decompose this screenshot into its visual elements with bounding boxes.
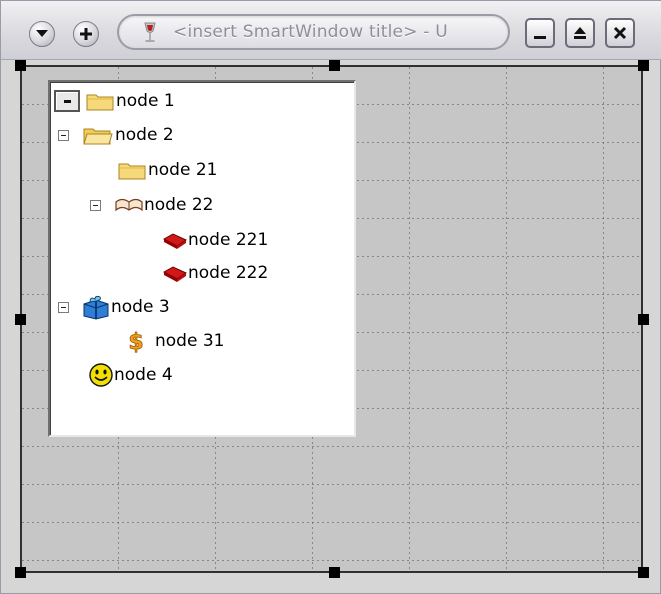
add-button[interactable] xyxy=(73,21,99,47)
resize-handle-top-center[interactable] xyxy=(329,60,340,71)
resize-handle-middle-right[interactable] xyxy=(638,314,649,325)
window-menu-button[interactable] xyxy=(29,21,55,47)
collapse-toggle[interactable] xyxy=(58,301,69,313)
folder-icon xyxy=(86,94,114,111)
window-title-field[interactable]: <insert SmartWindow title> - U xyxy=(117,14,510,50)
minimize-icon xyxy=(534,36,546,39)
resize-handle-bottom-center[interactable] xyxy=(329,567,340,578)
tree-node-label: node 1 xyxy=(116,91,175,111)
tree-node[interactable]: node 221 xyxy=(162,227,268,253)
tree-node-label: node 22 xyxy=(144,195,214,215)
smart-window: <insert SmartWindow title> - U node 1 no… xyxy=(0,0,661,594)
collapse-toggle[interactable] xyxy=(58,129,69,141)
tree-node-label: node 31 xyxy=(155,331,225,351)
smiley-icon xyxy=(89,363,113,387)
maximize-icon xyxy=(574,27,586,39)
tree-node-label: node 21 xyxy=(148,160,218,180)
tree-node[interactable]: node 1 xyxy=(54,88,175,114)
maximize-button[interactable] xyxy=(565,18,595,48)
collapse-toggle[interactable] xyxy=(90,199,101,211)
collapse-toggle[interactable] xyxy=(54,90,80,112)
minimize-button[interactable] xyxy=(525,18,555,48)
tree-node[interactable]: node 3 xyxy=(58,294,170,320)
title-bar[interactable]: <insert SmartWindow title> - U xyxy=(1,1,661,60)
red-book-icon xyxy=(162,233,188,249)
plus-icon xyxy=(80,28,92,40)
chevron-down-icon xyxy=(36,30,48,37)
gift-icon xyxy=(83,295,109,320)
red-book-icon xyxy=(162,266,188,282)
resize-handle-top-right[interactable] xyxy=(638,60,649,71)
tree-node[interactable]: $ node 31 xyxy=(124,328,225,354)
resize-handle-top-left[interactable] xyxy=(15,60,26,71)
tree-node-label: node 2 xyxy=(115,125,174,145)
resize-handle-bottom-left[interactable] xyxy=(15,567,26,578)
open-book-icon xyxy=(115,198,143,212)
wine-glass-icon xyxy=(144,22,156,42)
window-title: <insert SmartWindow title> - U xyxy=(173,22,448,42)
resize-handle-bottom-right[interactable] xyxy=(638,567,649,578)
close-icon xyxy=(613,26,627,40)
folder-icon xyxy=(118,163,146,180)
tree-view[interactable]: node 1 node 2 node 21 node 22 node 221 n… xyxy=(48,80,356,437)
tree-node[interactable]: node 4 xyxy=(88,362,173,388)
tree-node-label: node 222 xyxy=(188,263,269,283)
close-button[interactable] xyxy=(605,18,635,48)
tree-node-label: node 3 xyxy=(111,297,170,317)
tree-node[interactable]: node 2 xyxy=(58,122,174,148)
folder-open-icon xyxy=(83,128,113,145)
tree-node[interactable]: node 222 xyxy=(162,260,268,286)
tree-node[interactable]: node 22 xyxy=(90,192,213,218)
resize-handle-middle-left[interactable] xyxy=(15,314,26,325)
dollar-icon: $ xyxy=(128,330,144,353)
svg-text:$: $ xyxy=(128,330,143,353)
tree-node[interactable]: node 21 xyxy=(118,157,217,183)
tree-node-label: node 4 xyxy=(114,365,173,385)
tree-node-label: node 221 xyxy=(188,230,269,250)
